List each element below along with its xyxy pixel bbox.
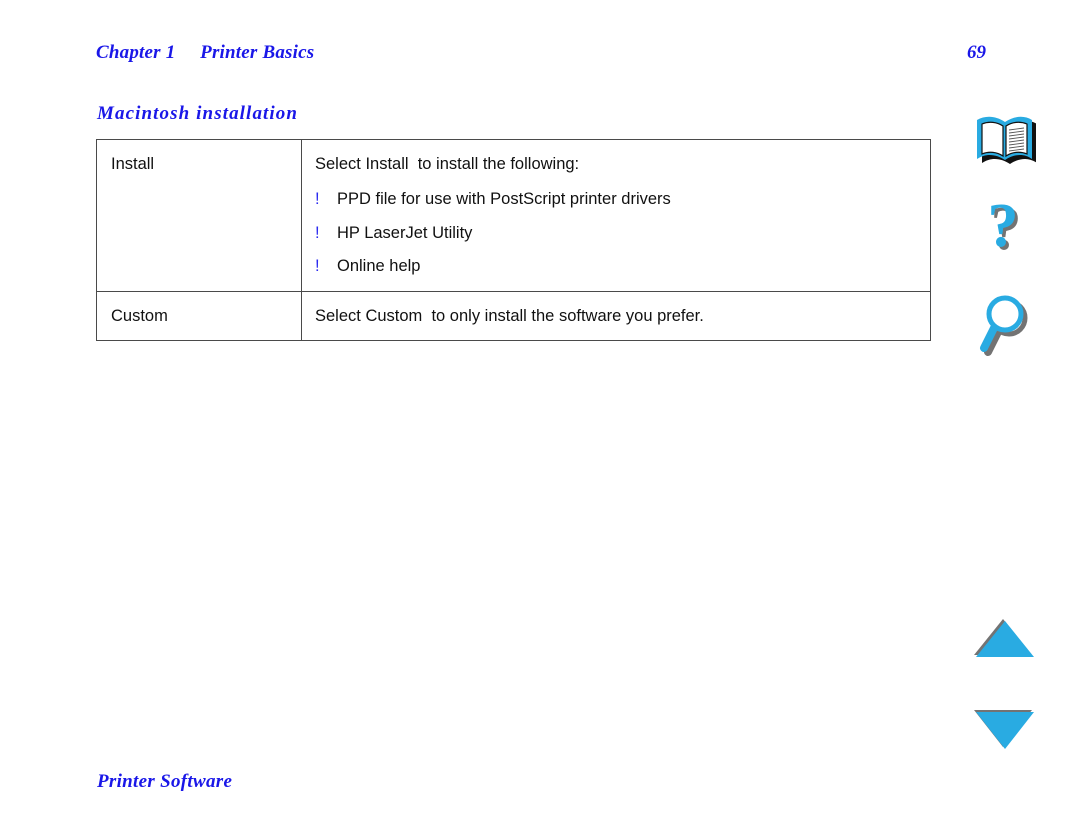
custom-description-lead: Select Custom to only install the softwa…	[315, 307, 704, 326]
running-head: Chapter 1 Printer Basics 69	[96, 42, 986, 70]
book-icon	[977, 116, 1036, 164]
bullet-marker-icon: !	[315, 190, 320, 209]
footer-section-title: Printer Software	[97, 771, 233, 792]
install-description-lead: Select Install to install the following:	[315, 155, 580, 173]
option-name-install: Install	[111, 155, 155, 173]
previous-page-button[interactable]	[960, 616, 1050, 664]
list-item: ! Online help	[315, 255, 930, 277]
installation-options-table: Install Select Install to install the fo…	[96, 138, 931, 342]
triangle-down-icon	[974, 710, 1034, 749]
magnifier-icon	[980, 295, 1028, 356]
list-item: ! HP LaserJet Utility	[315, 222, 930, 244]
help-button[interactable]: ? ?	[960, 196, 1050, 270]
option-name-custom: Custom	[111, 307, 168, 326]
table-cell-option-label: Custom	[96, 291, 302, 342]
list-item: ! PPD file for use with PostScript print…	[315, 188, 930, 210]
table-cell-option-description: Select Custom to only install the softwa…	[301, 291, 931, 342]
navigation-icon-rail: ? ?	[960, 0, 1050, 834]
table-row: Install Select Install to install the fo…	[96, 138, 931, 293]
chapter-label: Chapter 1 Printer Basics	[96, 42, 315, 63]
table-cell-option-label: Install	[96, 138, 302, 293]
section-heading: Macintosh installation	[97, 103, 299, 124]
list-item-label: PPD file for use with PostScript printer…	[337, 190, 671, 209]
contents-button[interactable]	[960, 112, 1050, 170]
question-mark-icon: ? ?	[988, 198, 1022, 263]
install-items-list: ! PPD file for use with PostScript print…	[315, 188, 930, 277]
svg-text:?: ?	[988, 198, 1019, 260]
triangle-up-icon	[974, 619, 1034, 657]
bullet-marker-icon: !	[315, 256, 320, 275]
list-item-label: Online help	[337, 256, 421, 275]
bullet-marker-icon: !	[315, 223, 320, 242]
list-item-label: HP LaserJet Utility	[337, 223, 473, 242]
table-row: Custom Select Custom to only install the…	[96, 291, 931, 342]
search-button[interactable]	[960, 290, 1050, 360]
table-cell-option-description: Select Install to install the following:…	[301, 138, 931, 293]
next-page-button[interactable]	[960, 706, 1050, 754]
